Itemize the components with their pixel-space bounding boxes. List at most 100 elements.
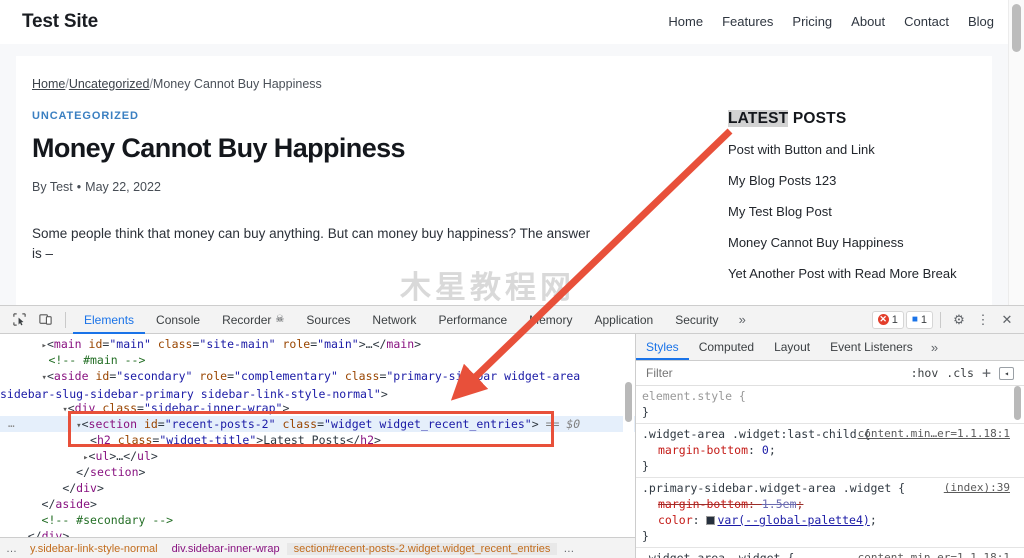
browser-page-viewport: Test Site Home Features Pricing About Co…	[0, 0, 1024, 305]
breadcrumb-crumb-aside[interactable]: y.sidebar-link-style-normal	[23, 543, 165, 555]
styles-more-tabs-icon[interactable]: »	[923, 334, 946, 360]
styles-filter-tools: :hov .cls + ◂	[911, 364, 1020, 382]
tab-sources[interactable]: Sources	[295, 306, 361, 334]
css-rule-primary-sidebar-widget[interactable]: .primary-sidebar.widget-area .widget { (…	[636, 478, 1024, 548]
dom-row[interactable]: </div>	[0, 480, 636, 496]
tab-styles[interactable]: Styles	[636, 334, 689, 360]
recent-post-link[interactable]: Post with Button and Link	[728, 142, 875, 157]
tab-recorder-label: Recorder	[222, 313, 271, 327]
css-source-link[interactable]: content.min…er=1.1.18:1	[858, 426, 1010, 442]
tab-memory[interactable]: Memory	[518, 306, 583, 334]
tab-computed[interactable]: Computed	[689, 334, 764, 360]
devtools-tabs: Elements Console Recorder ☠ Sources Netwo…	[73, 306, 755, 334]
css-declaration[interactable]: margin-bottom: 0;	[636, 442, 1024, 458]
toggle-sidebar-icon[interactable]: ◂	[999, 367, 1014, 380]
dom-row-badge[interactable]: …	[8, 416, 15, 432]
error-count-badge[interactable]: ✕ 1	[872, 311, 904, 329]
close-icon[interactable]: ✕	[996, 312, 1018, 328]
site-nav: Home Features Pricing About Contact Blog	[668, 14, 994, 29]
css-property-name[interactable]: margin-bottom	[658, 443, 748, 457]
page-title: Money Cannot Buy Happiness	[32, 132, 592, 164]
css-property-value[interactable]: var(--global-palette4)	[717, 513, 869, 527]
breadcrumb: Home/Uncategorized/Money Cannot Buy Happ…	[32, 76, 592, 92]
list-item: Post with Button and Link	[728, 141, 978, 159]
styles-scrollbar[interactable]	[1012, 386, 1023, 556]
recent-post-link[interactable]: Yet Another Post with Read More Break	[728, 266, 957, 281]
screenshot-root: Test Site Home Features Pricing About Co…	[0, 0, 1024, 558]
breadcrumb-overflow-right[interactable]: …	[557, 543, 580, 555]
breadcrumb-crumb-div[interactable]: div.sidebar-inner-wrap	[165, 543, 287, 555]
more-tabs-icon[interactable]: »	[730, 306, 755, 334]
tab-application[interactable]: Application	[583, 306, 664, 334]
dom-scrollbar-thumb[interactable]	[625, 382, 632, 422]
widget-title-selected-text: LATEST	[728, 110, 788, 127]
hov-toggle[interactable]: :hov	[911, 366, 939, 380]
nav-item-features[interactable]: Features	[722, 14, 773, 29]
breadcrumb-home[interactable]: Home	[32, 77, 65, 91]
dom-row[interactable]: ▾<aside id="secondary" role="complementa…	[0, 368, 636, 400]
nav-item-about[interactable]: About	[851, 14, 885, 29]
styles-rules-list: element.style { } .widget-area .widget:l…	[636, 386, 1024, 558]
dom-row[interactable]: <!-- #secondary -->	[0, 512, 636, 528]
css-rule-widget-area-widget[interactable]: .widget-area .widget { content.min…er=1.…	[636, 548, 1024, 558]
page-vertical-scrollbar[interactable]	[1008, 0, 1024, 305]
device-toolbar-icon[interactable]	[32, 308, 58, 332]
site-header: Test Site Home Features Pricing About Co…	[0, 0, 1008, 44]
css-property-value[interactable]: 1.5em	[762, 497, 797, 511]
dom-row[interactable]: </aside>	[0, 496, 636, 512]
article: Home/Uncategorized/Money Cannot Buy Happ…	[32, 76, 592, 264]
message-icon: ■	[912, 314, 918, 325]
color-swatch-icon[interactable]	[706, 516, 715, 525]
cls-toggle[interactable]: .cls	[946, 366, 974, 380]
dom-row[interactable]: <!-- #main -->	[0, 352, 636, 368]
toolbar-divider-2	[940, 312, 941, 328]
dom-row[interactable]: ▸<ul>…</ul>	[0, 448, 636, 464]
tab-event-listeners[interactable]: Event Listeners	[820, 334, 923, 360]
gear-icon[interactable]: ⚙	[948, 312, 970, 328]
tab-recorder[interactable]: Recorder ☠	[211, 306, 295, 334]
css-declaration-overridden[interactable]: margin-bottom: 1.5em;	[636, 496, 1024, 512]
tab-security[interactable]: Security	[664, 306, 729, 334]
page-scrollbar-thumb[interactable]	[1012, 4, 1021, 52]
tab-performance[interactable]: Performance	[427, 306, 518, 334]
css-property-name[interactable]: color	[658, 513, 693, 527]
new-style-rule-button[interactable]: +	[982, 364, 991, 382]
tab-network[interactable]: Network	[361, 306, 427, 334]
recent-posts-list: Post with Button and Link My Blog Posts …	[728, 141, 978, 283]
recorder-experiment-icon: ☠	[275, 314, 284, 325]
css-source-link[interactable]: (index):39	[944, 480, 1010, 496]
tab-console[interactable]: Console	[145, 306, 211, 334]
tab-elements[interactable]: Elements	[73, 306, 145, 334]
css-property-value[interactable]: 0	[762, 443, 769, 457]
list-item: Money Cannot Buy Happiness	[728, 234, 978, 252]
breadcrumb-category[interactable]: Uncategorized	[69, 77, 150, 91]
styles-scrollbar-thumb[interactable]	[1014, 386, 1021, 420]
nav-item-pricing[interactable]: Pricing	[792, 14, 832, 29]
list-item: My Blog Posts 123	[728, 172, 978, 190]
tab-layout[interactable]: Layout	[764, 334, 820, 360]
inspect-element-icon[interactable]	[6, 308, 32, 332]
kebab-menu-icon[interactable]: ⋮	[972, 312, 994, 328]
styles-filter-input[interactable]	[640, 366, 911, 380]
breadcrumb-crumb-section[interactable]: section#recent-posts-2.widget.widget_rec…	[287, 543, 558, 555]
dom-row[interactable]: ▸<main id="main" class="site-main" role=…	[0, 336, 636, 352]
css-property-name[interactable]: margin-bottom	[658, 497, 748, 511]
styles-pane: Styles Computed Layout Event Listeners »…	[636, 334, 1024, 558]
recent-post-link[interactable]: Money Cannot Buy Happiness	[728, 235, 904, 250]
devtools-toolbar: Elements Console Recorder ☠ Sources Netwo…	[0, 306, 1024, 334]
css-declaration[interactable]: color: var(--global-palette4);	[636, 512, 1024, 528]
recent-post-link[interactable]: My Blog Posts 123	[728, 173, 836, 188]
css-source-link[interactable]: content.min…er=1.1.18:1	[858, 550, 1010, 558]
nav-item-contact[interactable]: Contact	[904, 14, 949, 29]
nav-item-blog[interactable]: Blog	[968, 14, 994, 29]
breadcrumb-overflow-left[interactable]: …	[0, 543, 23, 555]
css-rule-widget-last-child[interactable]: .widget-area .widget:last-child { conten…	[636, 424, 1024, 478]
nav-item-home[interactable]: Home	[668, 14, 703, 29]
css-rule-element-style[interactable]: element.style { }	[636, 386, 1024, 424]
dom-tree-scrollbar[interactable]	[623, 334, 634, 558]
dom-row[interactable]: </section>	[0, 464, 636, 480]
css-selector[interactable]: element.style {	[636, 388, 1024, 404]
recent-post-link[interactable]: My Test Blog Post	[728, 204, 832, 219]
message-count-badge[interactable]: ■ 1	[906, 311, 933, 329]
article-category-label[interactable]: UNCATEGORIZED	[32, 110, 592, 122]
